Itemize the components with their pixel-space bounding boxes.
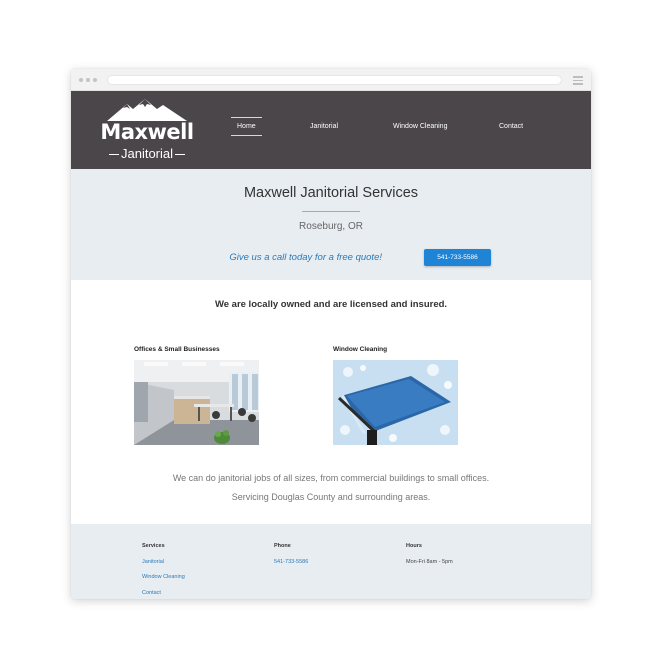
main-nav: Home Janitorial Window Cleaning Contact bbox=[71, 91, 591, 169]
footer-phone-link[interactable]: 541-733-5586 bbox=[274, 559, 308, 565]
footer-hours-heading: Hours bbox=[406, 543, 422, 549]
service-label-offices: Offices & Small Businesses bbox=[134, 346, 220, 353]
title-divider bbox=[302, 211, 360, 212]
footer-phone-heading: Phone bbox=[274, 543, 291, 549]
footer-link-janitorial[interactable]: Janitorial bbox=[142, 559, 164, 565]
nav-contact[interactable]: Contact bbox=[499, 123, 523, 130]
hamburger-menu-icon[interactable] bbox=[573, 76, 583, 85]
nav-home[interactable]: Home bbox=[231, 117, 262, 136]
page-title: Maxwell Janitorial Services bbox=[243, 185, 419, 201]
window-dot[interactable] bbox=[79, 78, 83, 82]
call-to-action-text: Give us a call today for a free quote! bbox=[229, 252, 382, 263]
tagline: We are locally owned and are licensed an… bbox=[214, 299, 448, 310]
offices-photo[interactable] bbox=[134, 360, 259, 445]
footer-link-window-cleaning[interactable]: Window Cleaning bbox=[142, 574, 185, 580]
footer-hours-value: Mon-Fri 8am - 5pm bbox=[406, 559, 453, 565]
footer-link-contact[interactable]: Contact bbox=[142, 590, 161, 596]
description-line-1: We can do janitorial jobs of all sizes, … bbox=[172, 473, 490, 483]
site-header: Maxwell Janitorial Home Janitorial Windo… bbox=[71, 91, 591, 169]
description-line-2: Servicing Douglas County and surrounding… bbox=[231, 492, 431, 502]
window-controls bbox=[79, 78, 97, 82]
nav-janitorial[interactable]: Janitorial bbox=[310, 123, 338, 130]
phone-button[interactable]: 541-733-5586 bbox=[424, 249, 491, 266]
footer-services-heading: Services bbox=[142, 543, 165, 549]
browser-window: Maxwell Janitorial Home Janitorial Windo… bbox=[71, 69, 591, 599]
location-text: Roseburg, OR bbox=[299, 221, 363, 232]
hero-section: Maxwell Janitorial Services Roseburg, OR… bbox=[71, 169, 591, 280]
site-footer: Services Janitorial Window Cleaning Cont… bbox=[71, 524, 591, 599]
browser-chrome bbox=[71, 69, 591, 91]
window-dot[interactable] bbox=[86, 78, 90, 82]
service-label-window: Window Cleaning bbox=[333, 346, 388, 353]
nav-window-cleaning[interactable]: Window Cleaning bbox=[393, 123, 447, 130]
window-dot[interactable] bbox=[93, 78, 97, 82]
address-bar[interactable] bbox=[107, 75, 562, 85]
window-cleaning-photo[interactable] bbox=[333, 360, 458, 445]
